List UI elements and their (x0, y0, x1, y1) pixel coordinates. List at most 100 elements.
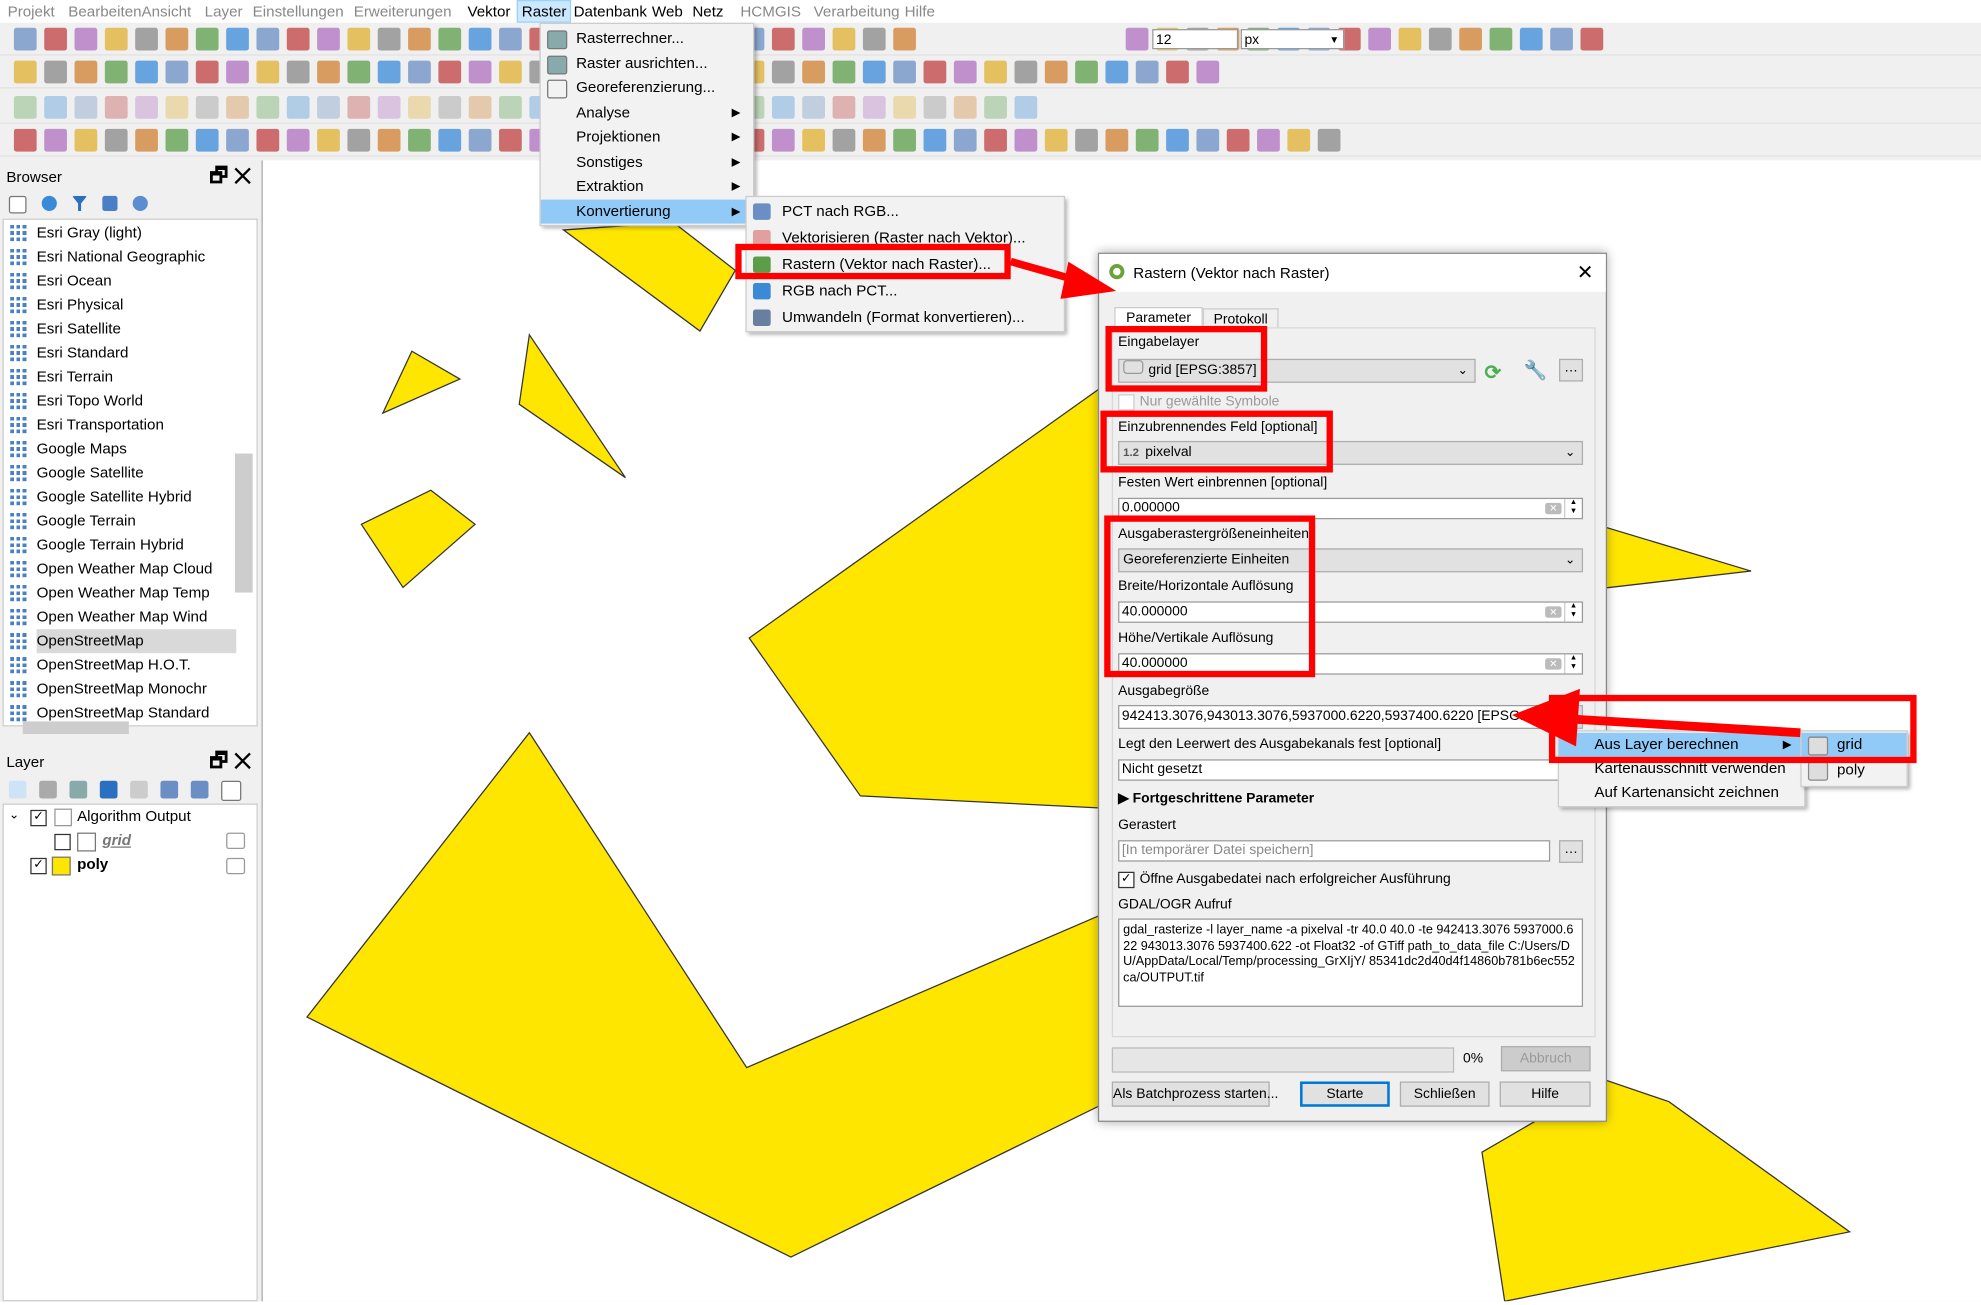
new-icon[interactable] (893, 128, 916, 151)
node-icon[interactable] (408, 60, 431, 83)
clear-icon[interactable]: ✕ (1545, 658, 1562, 670)
iterate-icon[interactable]: ⟳ (1484, 360, 1501, 385)
browser-hscrollbar[interactable] (22, 721, 129, 735)
plugin-icon[interactable] (771, 128, 795, 151)
open-icon[interactable] (468, 95, 492, 119)
collapse-all-icon[interactable] (102, 195, 118, 211)
pan-icon[interactable] (104, 27, 128, 50)
identify-icon[interactable] (195, 27, 219, 50)
menu-bearbeiten[interactable]: Bearbeiten (64, 1, 145, 21)
select-icon[interactable] (1166, 60, 1189, 83)
plugin-icon[interactable] (862, 27, 886, 50)
group-checkbox[interactable]: ✓ (30, 809, 47, 827)
select-icon[interactable] (1105, 128, 1129, 151)
browser-vscrollbar[interactable] (234, 453, 253, 593)
menu-erweiterungen[interactable]: Erweiterungen (350, 1, 455, 21)
save-icon[interactable] (984, 95, 1007, 119)
cancel-button[interactable]: Abbruch (1500, 1046, 1591, 1072)
selected-only-checkbox[interactable] (1118, 394, 1135, 411)
processing-icon[interactable] (1459, 27, 1482, 50)
zoom-out-icon[interactable] (1044, 128, 1068, 151)
browser-item[interactable]: OpenStreetMap (10, 629, 237, 654)
zoom-in-icon[interactable] (1014, 128, 1038, 151)
snap-icon[interactable] (438, 60, 462, 83)
remove-layer-icon[interactable] (221, 780, 242, 801)
snap-icon[interactable] (377, 128, 401, 151)
unit-select[interactable]: px ▼ (1240, 29, 1345, 50)
digitize-icon[interactable] (286, 60, 310, 83)
plugin-icon[interactable] (832, 60, 856, 83)
help-button[interactable]: Hilfe (1499, 1081, 1591, 1107)
browser-item[interactable]: OpenStreetMap H.O.T. (10, 653, 191, 677)
plugin-icon[interactable] (377, 27, 401, 50)
browser-item[interactable]: Esri Ocean (10, 269, 112, 293)
digitize-icon[interactable] (226, 128, 249, 151)
label-icon[interactable] (771, 27, 795, 50)
panel-close-icon[interactable]: 🗗 ✕ (209, 164, 251, 189)
menu-item-rgb-to-pct[interactable]: RGB nach PCT... (747, 278, 1064, 305)
expression-icon[interactable] (130, 780, 148, 799)
zoom-in-icon[interactable] (44, 128, 67, 151)
layer-checkbox-poly[interactable]: ✓ (30, 857, 47, 875)
filter-icon[interactable] (72, 195, 88, 211)
new-icon[interactable] (438, 95, 462, 119)
browser-item[interactable]: Esri Gray (light) (10, 221, 142, 245)
python-icon[interactable] (832, 27, 856, 50)
label-icon[interactable] (195, 128, 219, 151)
chevron-down-icon[interactable]: ⌄ (9, 809, 20, 823)
spinbox-arrows[interactable]: ▲ ▼ (1564, 602, 1582, 622)
zoom-out-icon[interactable] (1105, 60, 1129, 83)
close-button[interactable]: Schließen (1399, 1081, 1490, 1107)
advanced-parameters-toggle[interactable]: ▶ Fortgeschrittene Parameter (1118, 790, 1314, 806)
menu-item-georeferenzierung[interactable]: Georeferenzierung... (541, 76, 753, 100)
identify-icon[interactable] (1075, 128, 1098, 151)
save-icon[interactable] (1014, 60, 1038, 83)
filter-icon[interactable] (99, 780, 118, 799)
open-icon[interactable] (13, 60, 37, 83)
processing-icon[interactable] (347, 95, 371, 119)
layer-checkbox-grid[interactable] (54, 833, 71, 851)
browser-item[interactable]: Open Weather Map Cloud (10, 557, 213, 581)
python-icon[interactable] (347, 27, 371, 50)
label-icon[interactable] (256, 60, 280, 83)
output-file-input[interactable]: [In temporärer Datei speichern] (1118, 840, 1551, 862)
spinbox-arrows[interactable]: ▲ ▼ (1564, 654, 1582, 674)
browser-item[interactable]: Google Terrain Hybrid (10, 533, 184, 557)
processing-icon[interactable] (408, 27, 431, 50)
digitize-icon[interactable] (1196, 128, 1220, 151)
digitize-icon[interactable] (317, 27, 340, 50)
menu-vektor[interactable]: Vektor (464, 1, 515, 21)
browser-item[interactable]: OpenStreetMap Monochr (10, 677, 207, 701)
batch-button[interactable]: Als Batchprozess starten... (1111, 1081, 1278, 1107)
menu-einstellungen[interactable]: Einstellungen (249, 1, 348, 21)
menu-netz[interactable]: Netz (689, 1, 728, 21)
browser-item[interactable]: Esri Satellite (10, 317, 121, 341)
browser-item[interactable]: Esri National Geographic (10, 245, 205, 269)
identify-icon[interactable] (135, 95, 158, 119)
browser-item[interactable]: Google Maps (10, 437, 127, 461)
snap-icon[interactable] (468, 27, 492, 50)
menu-item-sonstiges[interactable]: Sonstiges ▶ (541, 150, 753, 174)
menu-item-translate[interactable]: Umwandeln (Format konvertieren)... (747, 304, 1064, 331)
identify-icon[interactable] (1135, 60, 1159, 83)
plugin-icon[interactable] (802, 95, 826, 119)
browser-item[interactable]: Esri Terrain (10, 365, 113, 389)
node-icon[interactable] (377, 95, 401, 119)
save-icon[interactable] (499, 95, 522, 119)
menu-datenbank[interactable]: Datenbank (570, 1, 651, 21)
pan-icon[interactable] (74, 60, 98, 83)
menu-item-projektionen[interactable]: Projektionen ▶ (541, 125, 753, 149)
style-icon[interactable] (8, 780, 27, 799)
python-icon[interactable] (256, 128, 280, 151)
extent-input[interactable]: 942413.3076,943013.3076,5937000.6220,593… (1118, 704, 1552, 729)
menu-projekt[interactable]: Projekt (4, 1, 59, 21)
menu-layer[interactable]: Layer (201, 1, 247, 21)
clear-icon[interactable]: ✕ (1545, 606, 1562, 618)
snap-icon[interactable] (408, 95, 431, 119)
plugin-icon[interactable] (286, 128, 310, 151)
panel-close-icon[interactable]: 🗗 ✕ (209, 749, 251, 774)
processing-icon[interactable] (317, 128, 340, 151)
zoom-out-icon[interactable] (74, 128, 98, 151)
visibility-icon[interactable] (69, 780, 88, 799)
node-icon[interactable] (1317, 128, 1341, 151)
